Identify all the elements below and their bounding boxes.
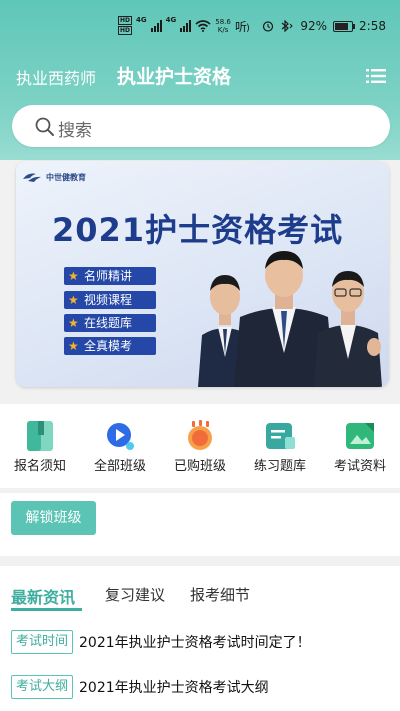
battery-percent: 92% [300,19,328,33]
feature-tag: 视频课程 [64,291,156,309]
feature-tag: 名师精讲 [64,267,156,285]
hd-badge: HD [118,16,133,25]
switch-exam-link[interactable]: 执业西药师 [16,65,96,89]
network-speed: 58.6 K/s [215,17,231,34]
quick-menu-item-registration[interactable]: 报名须知 [0,419,80,474]
quick-menu-label: 考试资料 [333,459,386,474]
brand-logo-icon [23,173,41,182]
tab-latest-news[interactable]: 最新资讯 [11,584,75,608]
practice-card-icon [266,423,295,449]
quick-menu-label: 报名须知 [13,459,66,474]
signal-icon [180,19,192,32]
news-item[interactable]: 考试时间 2021年执业护士资格考试时间定了！ [11,629,311,655]
play-search-icon [107,423,134,450]
quick-menu-item-materials[interactable]: 考试资料 [320,419,400,474]
teacher-photo [314,271,382,387]
wifi-icon [195,19,211,32]
search-icon [35,117,54,136]
network-type: 4G [165,16,177,24]
news-item[interactable]: 考试大纲 2021年执业护士资格考试大纲 [11,674,269,700]
news-title: 2021年执业护士资格考试大纲 [79,680,269,696]
quick-menu-item-all-classes[interactable]: 全部班级 [80,419,160,474]
bluetooth-icon [281,20,294,32]
promo-banner[interactable]: 中世健教育 2021护士资格考试 名师精讲 视频课程 在线题库 全真模考 [16,161,389,387]
hd-badge: HD [118,26,133,35]
clock: 2:58 [359,19,386,33]
page-title: 执业护士资格 [117,66,232,88]
quick-menu-item-practice[interactable]: 练习题库 [240,419,320,474]
feature-tag: 全真模考 [64,337,156,355]
search-bar[interactable]: 搜索 [12,105,390,147]
alarm-icon [263,21,274,32]
search-placeholder: 搜索 [58,121,92,141]
news-tag: 考试时间 [11,630,74,654]
signal-icon [150,19,162,32]
quick-menu: 报名须知 全部班级 已购班级 练习题库 考试资料 [0,419,400,479]
hearing-icon: 听 ) [235,20,250,32]
list-menu-icon[interactable] [366,69,386,83]
tab-exam-details[interactable]: 报考细节 [190,584,250,605]
status-bar: HD HD 4G 4G 58.6 K/s 听 ) 92% 2:58 [0,0,400,40]
quick-menu-label: 全部班级 [93,459,146,474]
unlock-class-button[interactable]: 解锁班级 [11,501,96,535]
active-tab-indicator [11,608,82,611]
status-right: 92% 2:58 [262,19,386,33]
svg-text:): ) [246,23,250,32]
news-title: 2021年执业护士资格考试时间定了！ [79,635,311,651]
status-left: HD HD 4G 4G 58.6 K/s 听 ) [118,16,255,35]
news-tag: 考试大纲 [11,675,74,699]
quick-menu-label: 已购班级 [173,459,226,474]
image-doc-icon [346,423,374,449]
quick-menu-label: 练习题库 [253,459,306,474]
brand-logo: 中世健教育 [22,171,86,183]
tab-review-advice[interactable]: 复习建议 [105,584,165,605]
book-icon [27,421,53,451]
feature-tag: 在线题库 [64,314,156,332]
network-type: 4G [136,16,147,24]
battery-icon [333,20,356,32]
quick-menu-item-purchased[interactable]: 已购班级 [160,419,240,474]
purchased-icon [188,420,212,450]
